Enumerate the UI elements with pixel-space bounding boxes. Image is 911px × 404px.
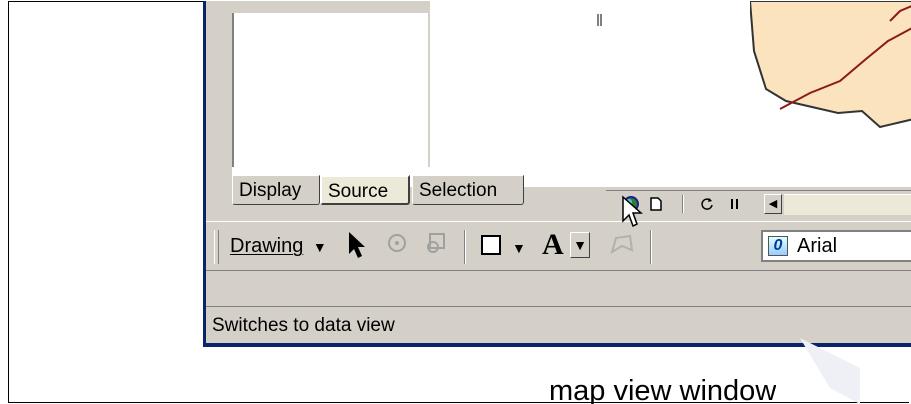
separator — [464, 230, 466, 264]
status-text: Switches to data view — [212, 315, 395, 336]
tab-selection[interactable]: Selection — [412, 175, 524, 205]
map-view[interactable] — [430, 1, 911, 187]
toolbar-grip[interactable] — [214, 230, 219, 264]
refresh-icon — [701, 198, 713, 210]
text-tool-icon: A — [542, 228, 564, 261]
select-elements-button[interactable] — [346, 230, 368, 266]
rotate-icon — [388, 234, 406, 252]
drawing-toolbar: Drawing ▼ ▼ A ▼ 0 Arial — [206, 221, 911, 271]
drawing-menu-label: Drawing — [230, 235, 304, 257]
refresh-button[interactable] — [700, 197, 714, 214]
tab-source[interactable]: Source — [320, 175, 410, 205]
caption-text: map view window — [549, 375, 777, 404]
scroll-left-button[interactable]: ◀ — [764, 194, 782, 214]
mouse-cursor-icon — [622, 195, 643, 228]
pause-icon — [731, 199, 738, 209]
new-text-button[interactable]: A — [542, 230, 564, 260]
horizontal-scrollbar[interactable] — [784, 194, 911, 215]
edit-vertices-button[interactable] — [610, 234, 634, 262]
separator — [682, 195, 684, 213]
font-name-value: Arial — [797, 235, 838, 257]
vertices-icon — [610, 234, 634, 255]
opentype-font-icon: 0 — [768, 236, 788, 256]
chevron-down-icon: ▼ — [312, 239, 327, 255]
zoom-to-selected-button[interactable] — [424, 232, 448, 262]
pointer-arrow-icon — [349, 232, 365, 258]
zoom-selected-icon — [427, 233, 445, 253]
layout-view-button[interactable] — [650, 197, 662, 214]
rotate-button[interactable] — [386, 232, 408, 260]
splitter-grip[interactable] — [597, 13, 605, 26]
drawing-menu-button[interactable]: Drawing ▼ — [230, 234, 327, 259]
watermark-shape — [800, 338, 860, 404]
separator — [650, 230, 652, 264]
rectangle-icon — [481, 235, 501, 255]
font-name-combo[interactable]: 0 Arial — [761, 230, 911, 262]
arcmap-window: Display Source Selection ◀ Drawing ▼ ▼ A… — [203, 1, 911, 347]
rectangle-dropdown[interactable]: ▼ — [512, 236, 526, 260]
text-dropdown[interactable]: ▼ — [570, 232, 590, 258]
view-buttons-bar: ◀ — [606, 190, 911, 219]
tab-display[interactable]: Display — [232, 175, 320, 205]
chevron-down-icon: ▼ — [573, 237, 587, 253]
page-icon — [650, 197, 662, 211]
new-rectangle-button[interactable] — [480, 234, 502, 262]
table-of-contents-panel — [232, 13, 428, 168]
pause-button[interactable] — [730, 197, 740, 213]
map-polygon[interactable] — [750, 1, 911, 131]
chevron-down-icon: ▼ — [512, 240, 526, 256]
